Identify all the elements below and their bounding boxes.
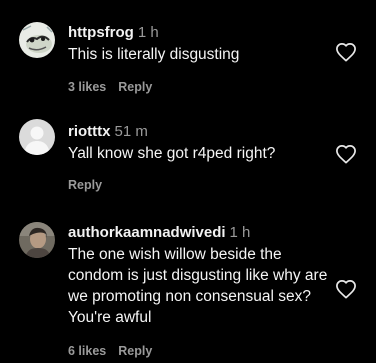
comments-list: httpsfrog 1 h This is literally disgustin…: [0, 0, 376, 363]
person-photo-avatar-icon: [19, 222, 55, 258]
like-count[interactable]: 3 likes: [68, 80, 106, 94]
avatar[interactable]: [19, 119, 55, 155]
comment-timestamp: 1 h: [229, 224, 251, 241]
reply-button[interactable]: Reply: [118, 80, 152, 94]
heart-outline-icon[interactable]: [335, 42, 357, 62]
comment-timestamp: 1 h: [137, 24, 159, 41]
avatar[interactable]: [19, 22, 55, 58]
reply-button[interactable]: Reply: [68, 178, 102, 192]
reply-button[interactable]: Reply: [118, 344, 152, 358]
like-count[interactable]: 6 likes: [68, 344, 106, 358]
comment-timestamp: 51 m: [114, 123, 148, 140]
comment-text: Yall know she got r4ped right?: [68, 145, 276, 162]
avatar[interactable]: [19, 222, 55, 258]
comment-text: The one wish willow beside the condom is…: [68, 246, 328, 326]
comment-username[interactable]: riotttx: [68, 123, 111, 140]
heart-outline-icon[interactable]: [335, 279, 357, 299]
default-user-avatar-icon: [19, 119, 55, 155]
comment-username[interactable]: httpsfrog: [68, 24, 134, 41]
frog-photo-avatar-icon: [19, 22, 55, 58]
comment-username[interactable]: authorkaamnadwivedi: [68, 224, 226, 241]
comment-text: This is literally disgusting: [68, 46, 240, 63]
heart-outline-icon[interactable]: [335, 144, 357, 164]
